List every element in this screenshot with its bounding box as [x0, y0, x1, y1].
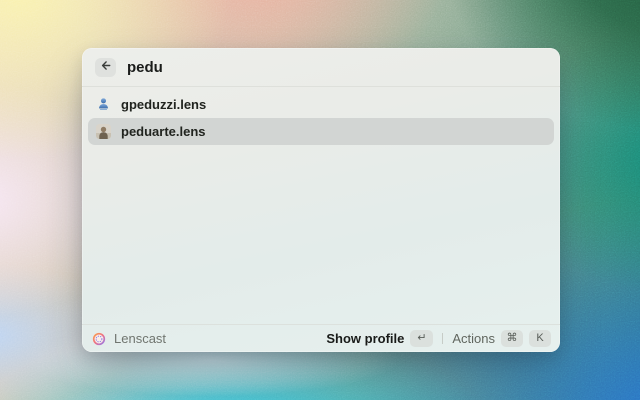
cmd-key-badge: ⌘: [501, 330, 523, 347]
back-arrow-icon: [99, 59, 112, 75]
back-button[interactable]: [95, 57, 116, 77]
footer-bar: Lenscast Show profile ↵ Actions ⌘ K: [82, 324, 560, 352]
lenscast-logo-icon: [92, 332, 106, 346]
list-item-peduarte[interactable]: peduarte.lens: [88, 118, 554, 145]
actions-menu-button[interactable]: Actions ⌘ K: [452, 330, 551, 347]
enter-key-badge: ↵: [410, 330, 434, 347]
app-name-label: Lenscast: [114, 331, 167, 346]
show-profile-label: Show profile: [326, 331, 405, 346]
show-profile-button[interactable]: Show profile ↵: [326, 330, 434, 347]
list-item-label: peduarte.lens: [121, 124, 206, 139]
footer-divider: [442, 333, 444, 344]
list-item-label: gpeduzzi.lens: [121, 97, 207, 112]
search-bar: [82, 48, 560, 87]
footer-app: Lenscast: [92, 331, 166, 346]
actions-label: Actions: [452, 331, 495, 346]
command-palette-window: gpeduzzi.lens peduarte.lens: [82, 48, 560, 352]
list-item-gpeduzzi[interactable]: gpeduzzi.lens: [88, 91, 554, 118]
results-list: gpeduzzi.lens peduarte.lens: [82, 87, 560, 324]
user-silhouette-icon: [96, 97, 111, 112]
photo-avatar-icon: [96, 124, 111, 139]
search-input[interactable]: [127, 58, 547, 76]
screen: gpeduzzi.lens peduarte.lens: [0, 0, 640, 400]
k-key-badge: K: [529, 330, 551, 347]
footer-actions: Show profile ↵ Actions ⌘ K: [326, 330, 551, 347]
